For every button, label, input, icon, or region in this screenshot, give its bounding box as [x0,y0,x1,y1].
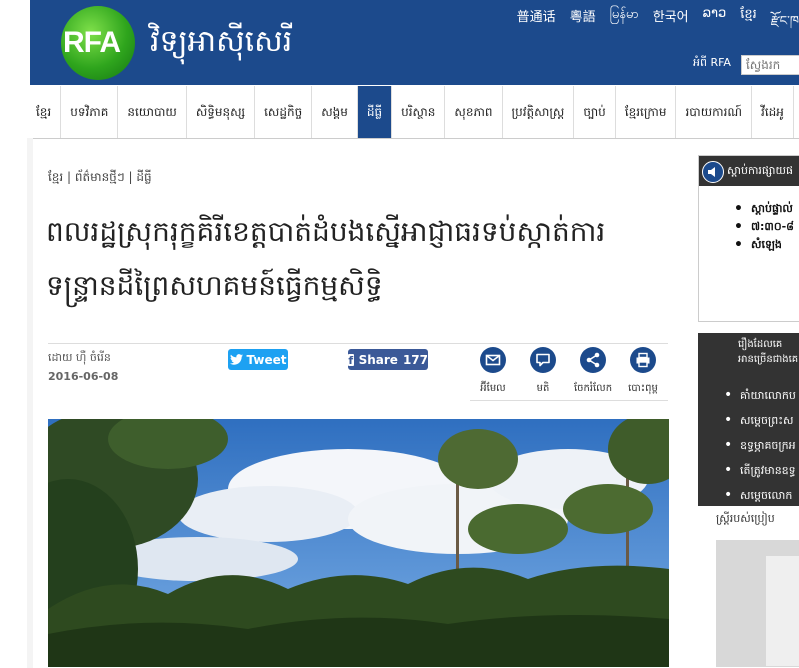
listen-heading: ស្ដាប់ការផ្សាយផ [727,164,793,177]
nav-item-human-rights[interactable]: សិទ្ធិមនុស្ស [187,86,256,138]
nav-item-video[interactable]: វីដេអូ [752,86,794,138]
list-item[interactable]: សម្ដេចលោក [698,483,799,508]
nav-item-khmer[interactable]: ខ្មែរ [27,86,62,138]
language-link-cantonese[interactable]: 粵語 [570,6,596,43]
facebook-share-label: Share [358,352,398,367]
language-link-khmer[interactable]: ខ្មែរ [740,6,757,43]
list-item[interactable]: សម្ដេចព្រះស [698,408,799,433]
list-item[interactable]: ឧទ្ធម្ភាគចក្រអ [698,433,799,458]
breadcrumb[interactable]: ខ្មែរ | ព័ត៌មានថ្មីៗ | ដីធ្លី [48,169,152,187]
listen-schedule: ៧:៣០-៨ [699,218,799,236]
nav-item-politics[interactable]: នយោបាយ [118,86,187,138]
speaker-icon [702,161,724,183]
language-link-tibetan[interactable]: རྫོང་ཁ [771,6,799,43]
tweet-button[interactable]: Tweet [228,349,288,370]
nav-item-economy[interactable]: សេដ្ឋកិច្ច [255,86,313,138]
facebook-share-count: 177 [402,352,428,367]
tools-divider [470,400,668,401]
share-tool[interactable]: ចែករំលែក [568,347,618,396]
twitter-bird-icon [229,354,243,365]
nav-item-environment[interactable]: បរិស្ថាន [392,86,446,138]
article-author: ដោយ ហ៊ឺ ចំរើន [48,351,111,364]
email-tool-label: អ៊ីមែល [480,383,506,394]
nav-item-analysis[interactable]: បទវិភាគ [61,86,119,138]
most-read-heading: រឿងដែលគេ អានច្រើនជាងគេ [738,337,798,367]
share-icon [580,347,606,373]
language-link-burmese[interactable]: မြန်မာ [610,6,639,43]
email-tool[interactable]: អ៊ីមែល [468,347,518,396]
comment-tool-label: មតិ [536,383,550,394]
facebook-share-button[interactable]: f Share 177 [348,349,428,370]
site-header: RFA វិទ្យុអាស៊ីសេរី 普通话 粵語 မြန်မာ 한국어 ລາ… [0,0,799,85]
nav-item-society[interactable]: សង្គម [312,86,358,138]
nav-item-health[interactable]: សុខភាព [445,86,503,138]
listen-audio-link[interactable]: សំឡេង [699,236,799,254]
nav-item-history[interactable]: ប្រវត្តិសាស្ត្រ [503,86,575,138]
comment-icon [530,347,556,373]
nav-item-reports[interactable]: របាយការណ៍ [676,86,753,138]
email-icon [480,347,506,373]
most-read-heading-line-2: អានច្រើនជាងគេ [738,354,799,365]
about-rfa-link[interactable]: អំពី RFA [693,56,731,72]
search-input[interactable] [741,55,799,75]
thumbnail-figure [766,556,799,666]
list-item[interactable]: គាំយាលោកប [698,383,799,408]
nav-item-khmer-krom[interactable]: ខ្មែរក្រោម [616,86,677,138]
article-title: ពលរដ្ឋស្រុករុក្ខគិរីខេត្តបាត់ដំបងស្នើអាជ… [46,215,606,302]
share-tool-label: ចែករំលែក [573,383,613,394]
print-tool-label: បោះពុម្ព [628,383,658,394]
language-link-lao[interactable]: ລາວ [703,6,727,43]
listen-header[interactable]: ស្ដាប់ការផ្សាយផ [699,156,799,186]
print-icon [630,347,656,373]
most-read-heading-line-1: រឿងដែលគេ [738,339,783,350]
nav-item-law[interactable]: ច្បាប់ [574,86,616,138]
article-photo [48,419,669,667]
listen-box: ស្ដាប់ការផ្សាយផ ស្ដាប់ផ្ទាល់ ៧:៣០-៨ សំឡេ… [698,155,799,322]
comment-tool[interactable]: មតិ [518,347,568,396]
print-tool[interactable]: បោះពុម្ព [618,347,668,396]
nav-item-land[interactable]: ដីធ្លី [357,86,393,138]
most-read-box: រឿងដែលគេ អានច្រើនជាងគេ គាំយាលោកប សម្ដេចព… [698,333,799,508]
language-bar: 普通话 粵語 မြန်မာ 한국어 ລາວ ខ្មែរ རྫོང་ཁ [517,6,799,43]
site-name[interactable]: វិទ្យុអាស៊ីសេរី [150,22,292,66]
listen-list: ស្ដាប់ផ្ទាល់ ៧:៣០-៨ សំឡេង [699,200,799,254]
most-read-list: គាំយាលោកប សម្ដេចព្រះស ឧទ្ធម្ភាគចក្រអ តើត… [698,383,799,508]
article-date: 2016-06-08 [48,370,119,383]
left-gutter [27,138,33,668]
language-link-korean[interactable]: 한국어 [653,6,689,43]
title-divider [48,343,668,344]
sidebar-thumbnail[interactable] [716,540,799,667]
logo-text: RFA [63,26,121,59]
facebook-icon: f [348,353,354,367]
main-nav: ខ្មែរ បទវិភាគ នយោបាយ សិទ្ធិមនុស្ស សេដ្ឋក… [27,86,799,139]
tweet-label: Tweet [246,352,287,367]
language-link-mandarin[interactable]: 普通话 [517,6,556,43]
listen-live-link[interactable]: ស្ដាប់ផ្ទាល់ [699,200,799,218]
sidebar-section-label: ស្ដ្រីរបស់ប្រៀប [716,512,775,525]
list-item[interactable]: តើត្រូវមានឧទ្ធ [698,458,799,483]
